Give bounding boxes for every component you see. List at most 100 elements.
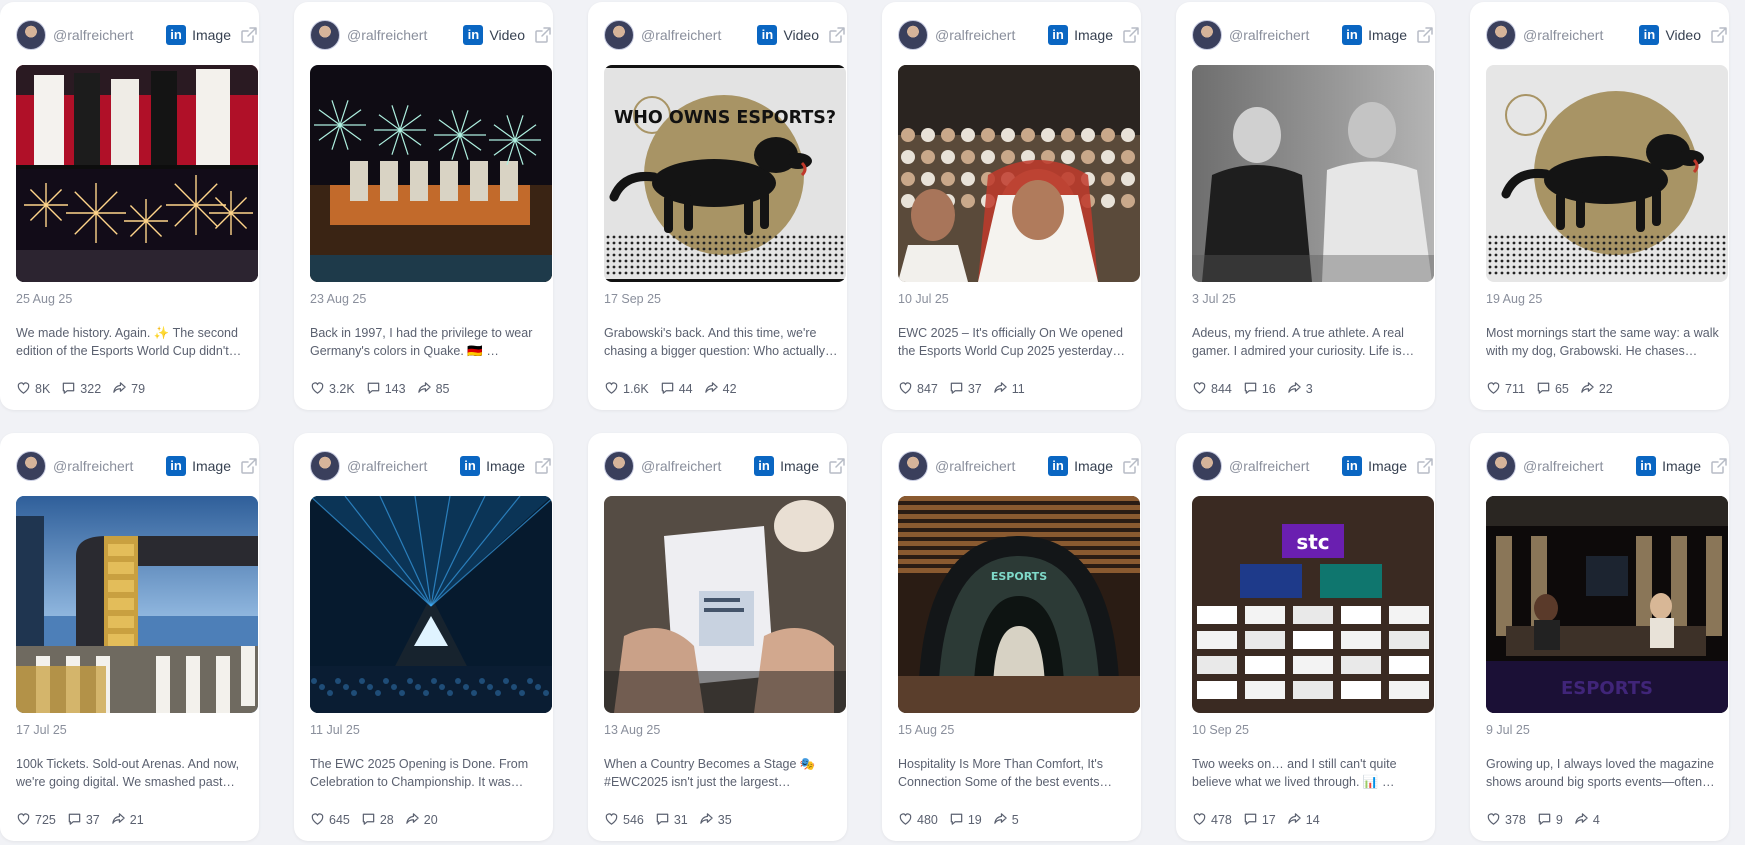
- heart-icon: [310, 380, 329, 398]
- post-card[interactable]: @ralfreichert in Video 23 Aug 25 Back in…: [294, 2, 553, 410]
- avatar[interactable]: [1486, 451, 1516, 481]
- post-card[interactable]: @ralfreichert in Image 11 Jul 25 The EWC…: [294, 433, 553, 841]
- external-link-icon[interactable]: [1122, 26, 1140, 44]
- avatar[interactable]: [16, 451, 46, 481]
- post-text: Adeus, my friend. A true athlete. A real…: [1192, 326, 1415, 358]
- post-text: The EWC 2025 Opening is Done. From Celeb…: [310, 757, 529, 789]
- post-card[interactable]: @ralfreichert in Video 19 Aug 25 Most mo…: [1470, 2, 1729, 410]
- post-card[interactable]: @ralfreichert in Image 10 Jul 25 EWC 202…: [882, 2, 1141, 410]
- shares-count: 42: [722, 382, 737, 396]
- author-handle[interactable]: @ralfreichert: [53, 458, 166, 474]
- linkedin-icon: in: [460, 456, 481, 476]
- post-media[interactable]: stc: [1192, 496, 1434, 713]
- external-link-icon[interactable]: [828, 26, 846, 44]
- heart-icon: [898, 380, 917, 398]
- linkedin-icon: in: [463, 25, 484, 45]
- post-type-label: Image: [1368, 27, 1407, 43]
- external-link-icon[interactable]: [1416, 26, 1434, 44]
- post-header: @ralfreichert in Image: [604, 451, 846, 481]
- author-handle[interactable]: @ralfreichert: [347, 27, 463, 43]
- share-icon: [1580, 380, 1599, 398]
- linkedin-icon: in: [166, 456, 187, 476]
- avatar[interactable]: [310, 451, 340, 481]
- likes-count: 645: [329, 813, 350, 827]
- linkedin-icon: in: [1639, 25, 1660, 45]
- author-handle[interactable]: @ralfreichert: [641, 458, 754, 474]
- avatar[interactable]: [310, 20, 340, 50]
- author-handle[interactable]: @ralfreichert: [1229, 458, 1342, 474]
- post-card[interactable]: @ralfreichert in Image ESPORTS 15 Aug 25…: [882, 433, 1141, 841]
- comments-count: 65: [1554, 382, 1569, 396]
- post-media[interactable]: [310, 496, 552, 713]
- avatar[interactable]: [604, 20, 634, 50]
- author-handle[interactable]: @ralfreichert: [347, 458, 460, 474]
- post-media[interactable]: [1192, 65, 1434, 282]
- post-card[interactable]: @ralfreichert in Video WHO OWNS ESPORTS?…: [588, 2, 847, 410]
- external-link-icon[interactable]: [828, 457, 846, 475]
- shares-stat: 35: [699, 811, 732, 829]
- avatar[interactable]: [1486, 20, 1516, 50]
- avatar[interactable]: [898, 451, 928, 481]
- post-media[interactable]: [310, 65, 552, 282]
- author-handle[interactable]: @ralfreichert: [641, 27, 757, 43]
- linkedin-icon: in: [757, 25, 778, 45]
- author-handle[interactable]: @ralfreichert: [935, 458, 1048, 474]
- external-link-icon[interactable]: [1710, 457, 1728, 475]
- author-handle[interactable]: @ralfreichert: [1229, 27, 1342, 43]
- post-card[interactable]: @ralfreichert in Image stc 10 Sep 25 Two…: [1176, 433, 1435, 841]
- linkedin-icon: in: [1342, 25, 1363, 45]
- post-type-label: Image: [780, 458, 819, 474]
- comments-count: 17: [1261, 813, 1276, 827]
- author-handle[interactable]: @ralfreichert: [1523, 27, 1639, 43]
- post-media[interactable]: [16, 65, 258, 282]
- comment-icon: [1243, 811, 1262, 829]
- avatar[interactable]: [604, 451, 634, 481]
- post-stats: 3.2K 143 85: [310, 380, 460, 398]
- external-link-icon[interactable]: [240, 26, 258, 44]
- shares-count: 4: [1592, 813, 1600, 827]
- post-header: @ralfreichert in Video: [1486, 20, 1728, 50]
- post-stats: 725 37 21: [16, 811, 155, 829]
- svg-text:ESPORTS: ESPORTS: [991, 570, 1047, 583]
- likes-count: 725: [35, 813, 56, 827]
- likes-stat: 645: [310, 811, 350, 829]
- author-handle[interactable]: @ralfreichert: [1523, 458, 1636, 474]
- post-media[interactable]: [604, 496, 846, 713]
- avatar[interactable]: [16, 20, 46, 50]
- external-link-icon[interactable]: [534, 457, 552, 475]
- post-date: 10 Sep 25: [1192, 723, 1249, 737]
- avatar[interactable]: [1192, 451, 1222, 481]
- avatar[interactable]: [898, 20, 928, 50]
- linkedin-icon: in: [1048, 25, 1069, 45]
- post-header: @ralfreichert in Video: [604, 20, 846, 50]
- post-card[interactable]: @ralfreichert in Image 17 Jul 25 100k Ti…: [0, 433, 259, 841]
- likes-count: 844: [1211, 382, 1232, 396]
- external-link-icon[interactable]: [1416, 457, 1434, 475]
- external-link-icon[interactable]: [1710, 26, 1728, 44]
- likes-stat: 711: [1486, 380, 1525, 398]
- post-date: 9 Jul 25: [1486, 723, 1530, 737]
- shares-stat: 11: [993, 380, 1025, 398]
- author-handle[interactable]: @ralfreichert: [935, 27, 1048, 43]
- post-type-label: Image: [1074, 458, 1113, 474]
- post-media[interactable]: [16, 496, 258, 713]
- post-media[interactable]: ESPORTS: [898, 496, 1140, 713]
- post-media[interactable]: ESPORTS: [1486, 496, 1728, 713]
- post-card[interactable]: @ralfreichert in Image ESPORTS 9 Jul 25 …: [1470, 433, 1729, 841]
- post-card[interactable]: @ralfreichert in Image 13 Aug 25 When a …: [588, 433, 847, 841]
- image-headline: WHO OWNS ESPORTS?: [614, 108, 836, 128]
- heart-icon: [1486, 380, 1505, 398]
- post-card[interactable]: @ralfreichert in Image 3 Jul 25 Adeus, m…: [1176, 2, 1435, 410]
- post-card[interactable]: @ralfreichert in Image 25 Aug 25 We made…: [0, 2, 259, 410]
- post-media[interactable]: WHO OWNS ESPORTS?: [604, 65, 846, 282]
- post-header: @ralfreichert in Image: [898, 20, 1140, 50]
- comment-icon: [1243, 380, 1262, 398]
- post-media[interactable]: [1486, 65, 1728, 282]
- author-handle[interactable]: @ralfreichert: [53, 27, 166, 43]
- external-link-icon[interactable]: [534, 26, 552, 44]
- avatar[interactable]: [1192, 20, 1222, 50]
- external-link-icon[interactable]: [240, 457, 258, 475]
- post-media[interactable]: [898, 65, 1140, 282]
- external-link-icon[interactable]: [1122, 457, 1140, 475]
- svg-text:ESPORTS: ESPORTS: [1561, 678, 1653, 699]
